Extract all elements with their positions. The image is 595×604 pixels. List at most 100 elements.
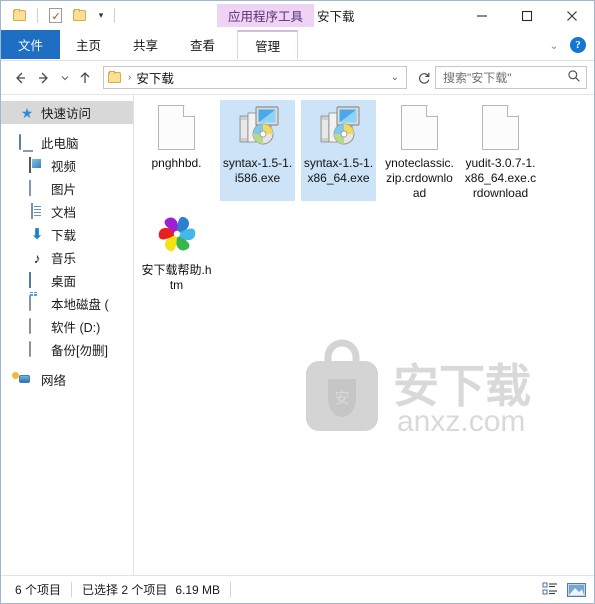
documents-icon: [29, 202, 45, 220]
pinwheel-html-icon: [153, 210, 201, 258]
sidebar-item-videos[interactable]: 视频: [1, 154, 134, 177]
file-item[interactable]: 安下载帮助.htm: [139, 207, 214, 303]
sidebar-item-label: 音乐: [51, 252, 77, 266]
minimize-button[interactable]: [459, 1, 504, 30]
tab-file[interactable]: 文件: [1, 30, 61, 59]
star-icon: ★: [20, 104, 34, 121]
search-icon[interactable]: [567, 69, 581, 86]
sidebar-item-label: 网络: [41, 374, 67, 388]
forward-arrow-icon[interactable]: [32, 66, 56, 90]
svg-text:安: 安: [334, 390, 349, 407]
file-item[interactable]: syntax-1.5-1.i586.exe: [220, 100, 295, 201]
sidebar-item-network[interactable]: 网络: [1, 368, 134, 391]
file-name-label: syntax-1.5-1.x86_64.exe: [303, 156, 374, 185]
search-box[interactable]: 搜索"安下载": [435, 66, 587, 89]
computer-icon: [19, 133, 35, 151]
file-list-view[interactable]: 安 安下载 anxz.com pnghhbd. syntax-1.5-1.i58…: [134, 95, 594, 575]
tab-share[interactable]: 共享: [117, 30, 174, 59]
sidebar-item-pictures[interactable]: 图片: [1, 177, 134, 200]
sidebar-item-desktop[interactable]: 桌面: [1, 269, 134, 292]
status-divider-2: [230, 582, 232, 597]
quick-access-toolbar: ✓ ▾: [1, 1, 118, 30]
drive-icon: [29, 340, 45, 358]
generic-file-icon: [153, 103, 201, 151]
title-bar: ✓ ▾ 应用程序工具 安下载: [1, 1, 594, 30]
tab-manage[interactable]: 管理: [237, 30, 299, 59]
up-arrow-icon[interactable]: [73, 66, 97, 90]
ribbon-right-controls: ⌄ ?: [546, 30, 594, 60]
help-icon[interactable]: ?: [570, 37, 586, 53]
properties-icon[interactable]: ✓: [44, 5, 66, 27]
desktop-icon: [29, 271, 45, 289]
address-bar: › 安下载 ⌄ 搜索"安下载": [1, 61, 594, 94]
sidebar-item-label: 备份[勿删]: [51, 344, 108, 358]
sidebar-item-this-pc[interactable]: 此电脑: [1, 131, 134, 154]
sidebar-item-label: 软件 (D:): [51, 321, 101, 335]
new-folder-icon[interactable]: [69, 5, 91, 27]
window-title: 安下载: [317, 10, 355, 24]
sidebar-item-label: 文档: [51, 206, 77, 220]
sidebar-item-backup[interactable]: 备份[勿删]: [1, 338, 134, 361]
recent-locations-dropdown-icon[interactable]: [56, 66, 73, 90]
sidebar-item-documents[interactable]: 文档: [1, 200, 134, 223]
sidebar-item-label: 视频: [51, 160, 77, 174]
pictures-icon: [29, 179, 45, 197]
installer-exe-icon: [234, 103, 282, 151]
file-item[interactable]: pnghhbd.: [139, 100, 214, 201]
ribbon-tab-strip: 文件 主页 共享 查看 管理 ⌄ ?: [1, 30, 594, 61]
maximize-button[interactable]: [504, 1, 549, 30]
sidebar-item-local-disk[interactable]: 本地磁盘 (: [1, 292, 134, 315]
large-icons-view-button[interactable]: [567, 581, 586, 598]
status-bar: 6 个项目 已选择 2 个项目 6.19 MB: [1, 575, 594, 603]
window-controls: [459, 1, 594, 30]
file-name-label: pnghhbd.: [151, 156, 202, 170]
watermark: 安 安下载 anxz.com: [297, 339, 547, 439]
back-arrow-icon[interactable]: [8, 66, 32, 90]
breadcrumb-separator: ›: [128, 72, 132, 83]
file-item[interactable]: syntax-1.5-1.x86_64.exe: [301, 100, 376, 201]
item-count-label: 6 个项目: [15, 583, 62, 597]
chevron-down-icon[interactable]: ▾: [94, 11, 108, 20]
qat-divider-1: [37, 8, 38, 23]
file-name-label: yudit-3.0.7-1.x86_64.exe.crdownload: [464, 156, 537, 200]
details-view-button[interactable]: [541, 581, 560, 598]
folder-icon: [108, 71, 123, 84]
file-explorer-window: ✓ ▾ 应用程序工具 安下载 文件 主页 共享 查看 管理 ⌄ ? › 安下载 …: [0, 0, 595, 604]
generic-file-icon: [396, 103, 444, 151]
sidebar-item-quick-access[interactable]: ★ 快速访问: [1, 101, 134, 124]
selection-label: 已选择 2 个项目: [82, 583, 168, 597]
address-field[interactable]: › 安下载 ⌄: [103, 66, 407, 89]
sidebar-item-label: 此电脑: [41, 137, 79, 151]
file-item[interactable]: ynoteclassic.zip.crdownload: [382, 100, 457, 201]
sidebar-item-downloads[interactable]: ⬇ 下载: [1, 223, 134, 246]
tab-home[interactable]: 主页: [60, 30, 117, 59]
generic-file-icon: [477, 103, 525, 151]
close-button[interactable]: [549, 1, 594, 30]
drive-icon: [29, 317, 45, 335]
search-input[interactable]: 搜索"安下载": [443, 69, 567, 86]
video-icon: [29, 156, 45, 174]
svg-text:安下载: 安下载: [393, 360, 531, 412]
sidebar-item-software-d[interactable]: 软件 (D:): [1, 315, 134, 338]
contextual-tab-header: 应用程序工具: [217, 4, 315, 27]
tab-view[interactable]: 查看: [174, 30, 231, 59]
file-item[interactable]: yudit-3.0.7-1.x86_64.exe.crdownload: [463, 100, 538, 201]
breadcrumb[interactable]: 安下载: [136, 68, 174, 87]
sidebar-item-music[interactable]: ♪ 音乐: [1, 246, 134, 269]
file-name-label: ynoteclassic.zip.crdownload: [385, 156, 454, 200]
folder-icon[interactable]: [9, 5, 31, 27]
system-drive-icon: [29, 294, 45, 312]
downloads-icon: ⬇: [30, 225, 44, 243]
chevron-down-icon[interactable]: ⌄: [546, 39, 562, 52]
refresh-icon[interactable]: [413, 66, 435, 89]
navigation-pane: ★ 快速访问 此电脑 视频 图片 文档 ⬇ 下载 ♪ 音乐 桌面 本地磁盘 (…: [1, 95, 134, 575]
sidebar-item-label: 桌面: [51, 275, 77, 289]
network-icon: [19, 372, 35, 388]
status-divider-1: [71, 582, 73, 597]
sidebar-item-label: 本地磁盘 (: [51, 298, 109, 312]
file-name-label: syntax-1.5-1.i586.exe: [222, 156, 293, 185]
chevron-down-icon[interactable]: ⌄: [384, 72, 406, 83]
installer-exe-icon: [315, 103, 363, 151]
